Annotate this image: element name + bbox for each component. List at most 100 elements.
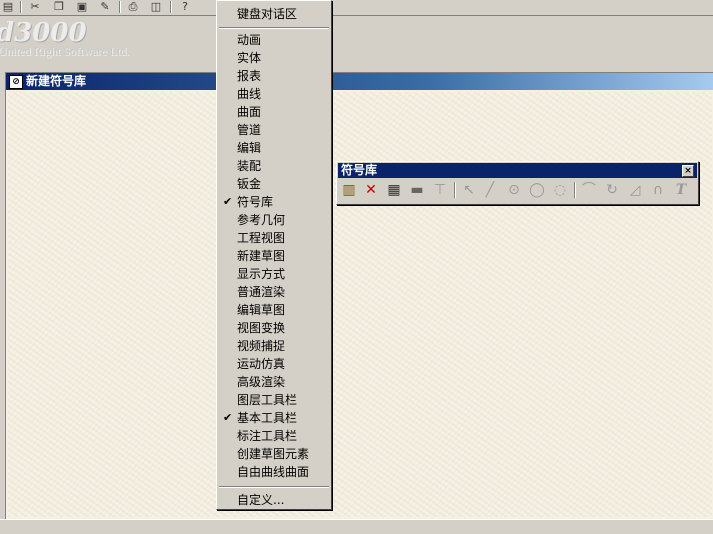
menu-item-label: 报表: [237, 69, 262, 83]
check-icon: ✔: [223, 411, 233, 424]
copy-icon[interactable]: ❐: [51, 0, 67, 13]
menu-item-label: 符号库: [237, 195, 274, 209]
toolbar-context-menu: 键盘对话区 动画实体报表曲线曲面管道编辑装配钣金 ✔ 符号库参考几何工程视图新建草图…: [216, 0, 332, 510]
menu-item[interactable]: 显示方式: [219, 265, 329, 283]
circle-icon[interactable]: ◯: [528, 181, 546, 199]
menu-item-label: 编辑: [237, 141, 262, 155]
menu-item[interactable]: 新建草图: [219, 247, 329, 265]
circle-3pt-icon[interactable]: ◌: [551, 181, 569, 199]
menu-item-label: 管道: [237, 123, 262, 137]
menu-item[interactable]: ✔ 符号库: [219, 193, 329, 211]
polygon-icon[interactable]: ◿: [626, 181, 644, 199]
print-preview-icon[interactable]: ◫: [148, 0, 164, 13]
menu-item[interactable]: 创建草图元素: [219, 445, 329, 463]
curve-icon[interactable]: ∩: [649, 181, 667, 199]
menu-item[interactable]: 运动仿真: [219, 355, 329, 373]
symbol-library-toolbar: 符号库 × ▥ ✕ ▦ ▬ ⊤ ↖ ╱ ⊙ ◯ ◌ ⌒ ↻ ◿ ∩ T: [336, 161, 699, 205]
menu-item-label: 创建草图元素: [237, 447, 310, 461]
properties-icon[interactable]: ▦: [385, 181, 403, 199]
main-toolbar: ▤ ✂ ❐ ▣ ✎ ⎙ ◫ ?: [0, 0, 713, 16]
menu-item[interactable]: 编辑: [219, 139, 329, 157]
menu-item[interactable]: 实体: [219, 49, 329, 67]
toolbar-separator: [170, 1, 172, 13]
arc-icon[interactable]: ⌒: [580, 181, 598, 199]
company-name: United Right Software Ltd.: [0, 44, 130, 58]
toolbar-separator: [454, 182, 456, 198]
line-icon[interactable]: ╱: [481, 181, 499, 199]
menu-item-label: 曲面: [237, 105, 262, 119]
menu-item-label: 参考几何: [237, 213, 286, 227]
status-bar: [0, 519, 713, 534]
format-painter-icon[interactable]: ✎: [97, 0, 113, 13]
close-icon[interactable]: ×: [682, 165, 694, 177]
menu-item[interactable]: 曲线: [219, 85, 329, 103]
cut-icon[interactable]: ✂: [27, 0, 43, 13]
menu-item-label: 标注工具栏: [237, 429, 298, 443]
menu-item[interactable]: 管道: [219, 121, 329, 139]
app-banner: d3000 United Right Software Ltd.: [0, 16, 713, 72]
menu-item-label: 自由曲线曲面: [237, 465, 310, 479]
window-title-bar[interactable]: ⊘ 新建符号库: [6, 73, 713, 90]
menu-item[interactable]: 动画: [219, 31, 329, 49]
toolbar-separator: [119, 1, 121, 13]
menu-item[interactable]: 标注工具栏: [219, 427, 329, 445]
toolbar-separator: [20, 1, 22, 13]
menu-item-label: 装配: [237, 159, 262, 173]
menu-item-keyboard-dialog[interactable]: 键盘对话区: [219, 5, 329, 23]
circle-center-icon[interactable]: ⊙: [505, 181, 523, 199]
menu-item-label: 键盘对话区: [237, 7, 298, 21]
menu-item-label: 新建草图: [237, 249, 286, 263]
menu-item-label: 图层工具栏: [237, 393, 298, 407]
document-icon[interactable]: ⊘: [9, 75, 23, 89]
menu-item-label: 自定义...: [237, 493, 285, 507]
menu-separator: [219, 27, 329, 29]
menu-item[interactable]: 报表: [219, 67, 329, 85]
menu-item-label: 曲线: [237, 87, 262, 101]
menu-item[interactable]: 图层工具栏: [219, 391, 329, 409]
menu-item-label: 运动仿真: [237, 357, 286, 371]
menu-item[interactable]: ✔ 基本工具栏: [219, 409, 329, 427]
paste-icon[interactable]: ▣: [74, 0, 90, 13]
menu-item[interactable]: 自由曲线曲面: [219, 463, 329, 481]
menu-item[interactable]: 工程视图: [219, 229, 329, 247]
menu-item[interactable]: 编辑草图: [219, 301, 329, 319]
menu-item-label: 动画: [237, 33, 262, 47]
line-tool-icon[interactable]: ⊤: [431, 181, 449, 199]
menu-item-label: 视图变换: [237, 321, 286, 335]
save-icon[interactable]: ▤: [0, 0, 16, 13]
new-symbol-icon[interactable]: ▥: [340, 181, 358, 199]
toolbar-title-bar[interactable]: 符号库 ×: [338, 163, 697, 178]
block-icon[interactable]: ▬: [408, 181, 426, 199]
menu-item-label: 视频捕捉: [237, 339, 286, 353]
window-title: 新建符号库: [26, 74, 87, 88]
menu-item[interactable]: 普通渲染: [219, 283, 329, 301]
menu-item-label: 钣金: [237, 177, 262, 191]
menu-item-label: 高级渲染: [237, 375, 286, 389]
menu-item[interactable]: 曲面: [219, 103, 329, 121]
menu-item[interactable]: 高级渲染: [219, 373, 329, 391]
print-icon[interactable]: ⎙: [125, 0, 141, 13]
delete-icon[interactable]: ✕: [362, 181, 380, 199]
menu-item[interactable]: 视图变换: [219, 319, 329, 337]
menu-item[interactable]: 视频捕捉: [219, 337, 329, 355]
menu-item[interactable]: 参考几何: [219, 211, 329, 229]
menu-item-label: 普通渲染: [237, 285, 286, 299]
toolbar-title: 符号库: [341, 163, 378, 177]
menu-item-label: 工程视图: [237, 231, 286, 245]
menu-item-customize[interactable]: 自定义...: [219, 491, 329, 509]
toolbar-separator: [574, 182, 576, 198]
help-icon[interactable]: ?: [177, 0, 193, 13]
text-icon[interactable]: T: [672, 181, 690, 199]
menu-item-label: 编辑草图: [237, 303, 286, 317]
select-arrow-icon[interactable]: ↖: [460, 181, 478, 199]
menu-item-label: 基本工具栏: [237, 411, 298, 425]
menu-item[interactable]: 钣金: [219, 175, 329, 193]
menu-item[interactable]: 装配: [219, 157, 329, 175]
menu-separator: [219, 486, 329, 488]
menu-item-label: 实体: [237, 51, 262, 65]
symbol-library-window: ⊘ 新建符号库: [5, 72, 713, 520]
arc-rotate-icon[interactable]: ↻: [603, 181, 621, 199]
check-icon: ✔: [223, 195, 233, 208]
menu-item-label: 显示方式: [237, 267, 286, 281]
drawing-canvas[interactable]: [8, 92, 712, 517]
